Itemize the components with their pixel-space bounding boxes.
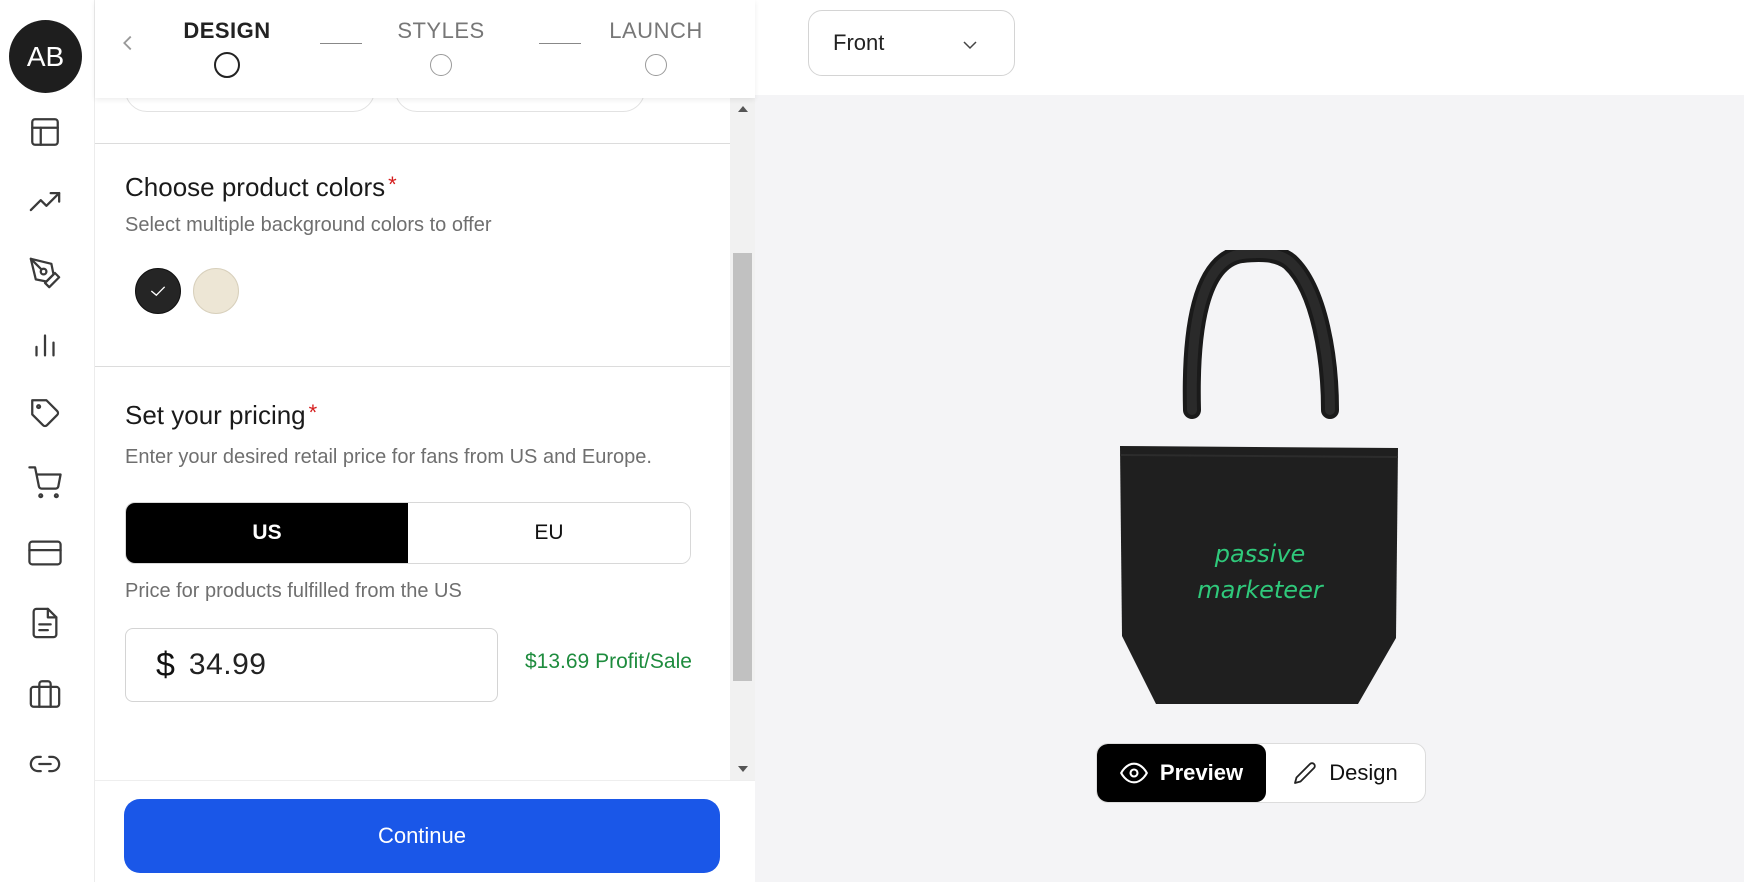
option-card[interactable] — [125, 98, 375, 112]
pricing-title: Set your pricing * — [125, 400, 318, 430]
step-launch[interactable]: LAUNCH — [586, 18, 726, 76]
step-label: STYLES — [397, 18, 485, 43]
divider — [95, 143, 730, 144]
product-text-line2: marketeer — [1197, 576, 1323, 604]
preview-mode-toggle: Preview Design — [1096, 743, 1426, 803]
step-styles[interactable]: STYLES — [371, 18, 511, 76]
preview-mode-button[interactable]: Preview — [1097, 744, 1266, 802]
continue-button[interactable]: Continue — [124, 799, 720, 873]
required-mark: * — [388, 172, 397, 197]
colors-title: Choose product colors * — [125, 172, 397, 202]
profit-per-sale: $13.69 Profit/Sale — [525, 650, 692, 673]
price-value[interactable]: 34.99 — [189, 648, 267, 682]
back-chevron-icon[interactable] — [117, 32, 139, 54]
product-text-line1: passive — [1214, 540, 1306, 568]
stepper: DESIGN STYLES LAUNCH — [95, 0, 755, 98]
scroll-up-arrow-icon[interactable] — [738, 106, 748, 112]
step-design[interactable]: DESIGN — [157, 18, 297, 78]
avatar[interactable]: AB — [9, 20, 82, 93]
trending-up-icon[interactable] — [25, 183, 65, 223]
step-connector — [539, 43, 581, 44]
view-select[interactable]: Front — [808, 10, 1015, 76]
fulfillment-note: Price for products fulfilled from the US — [125, 580, 462, 602]
region-toggle: US EU — [125, 502, 691, 564]
tote-bag-mockup: passive marketeer — [1119, 244, 1400, 710]
design-mode-button[interactable]: Design — [1266, 744, 1425, 802]
settings-panel: DESIGN STYLES LAUNCH Choose product colo… — [95, 0, 755, 882]
region-eu-button[interactable]: EU — [408, 503, 690, 563]
bar-chart-icon[interactable] — [25, 324, 65, 364]
scrollbar[interactable] — [730, 98, 755, 780]
region-us-button[interactable]: US — [126, 503, 408, 563]
document-icon[interactable] — [25, 603, 65, 643]
pen-tool-icon[interactable] — [25, 253, 65, 293]
step-indicator — [645, 54, 667, 76]
pricing-subtitle: Enter your desired retail price for fans… — [125, 446, 652, 468]
colors-subtitle: Select multiple background colors to off… — [125, 214, 492, 236]
scroll-down-arrow-icon[interactable] — [738, 766, 748, 772]
panel-footer: Continue — [95, 780, 755, 882]
step-label: DESIGN — [183, 18, 271, 43]
scroll-thumb[interactable] — [733, 253, 752, 681]
preview-mode-label: Preview — [1159, 760, 1244, 785]
scroll-area[interactable]: Choose product colors * Select multiple b… — [95, 98, 730, 780]
chevron-down-icon — [963, 41, 977, 50]
design-mode-label: Design — [1329, 760, 1398, 785]
check-icon — [150, 286, 166, 297]
step-indicator — [430, 54, 452, 76]
preview-topbar: Front — [755, 0, 1744, 95]
link-icon[interactable] — [25, 744, 65, 784]
divider — [95, 366, 730, 367]
step-connector — [320, 43, 362, 44]
pencil-icon — [1294, 762, 1316, 784]
icon-rail: AB — [0, 0, 95, 882]
color-swatch-cream[interactable] — [193, 268, 239, 314]
view-select-value: Front — [833, 30, 885, 55]
option-card[interactable] — [395, 98, 645, 112]
currency-symbol: $ — [156, 645, 175, 684]
cart-icon[interactable] — [25, 463, 65, 503]
step-indicator — [214, 52, 240, 78]
step-label: LAUNCH — [609, 18, 703, 43]
required-mark: * — [308, 400, 318, 425]
price-input[interactable]: $ 34.99 — [125, 628, 498, 702]
eye-icon — [1120, 762, 1148, 784]
color-swatch-black[interactable] — [135, 268, 181, 314]
layout-icon[interactable] — [25, 112, 65, 152]
briefcase-icon[interactable] — [25, 674, 65, 714]
credit-card-icon[interactable] — [25, 533, 65, 573]
tag-icon[interactable] — [25, 393, 65, 433]
